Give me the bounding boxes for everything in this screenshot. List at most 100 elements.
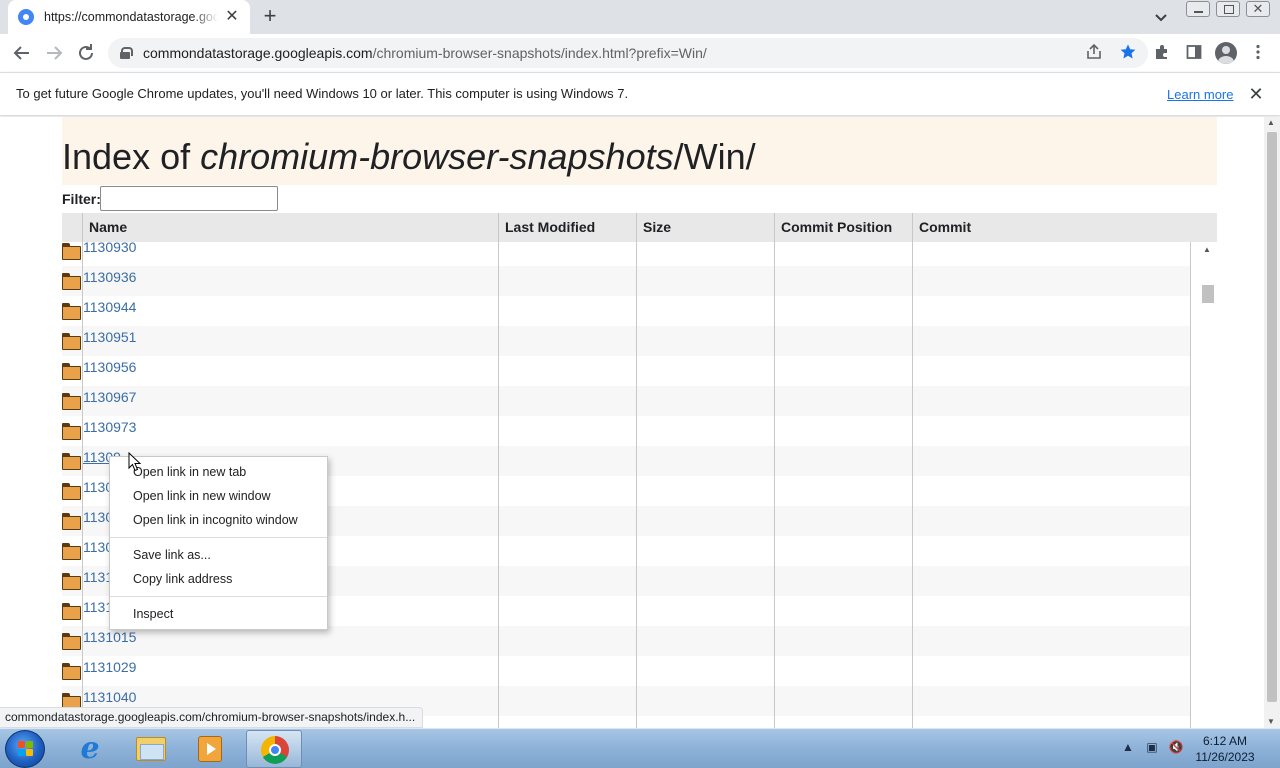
column-header-name[interactable]: Name: [82, 213, 127, 242]
system-tray: ▲ ▣ 🔇: [1120, 739, 1184, 755]
menu-item-open-new-tab[interactable]: Open link in new tab: [110, 460, 327, 484]
menu-item-save-link-as[interactable]: Save link as...: [110, 543, 327, 567]
menu-item-open-incognito[interactable]: Open link in incognito window: [110, 508, 327, 532]
title-bucket: chromium-browser-snapshots: [200, 136, 674, 177]
folder-icon: [62, 363, 81, 380]
title-suffix: /Win/: [673, 136, 756, 177]
update-infobar: To get future Google Chrome updates, you…: [0, 72, 1280, 116]
folder-icon: [62, 483, 81, 500]
folder-link[interactable]: 1131040: [83, 689, 136, 705]
network-icon[interactable]: ▣: [1144, 739, 1160, 755]
address-bar[interactable]: commondatastorage.googleapis.com/chromiu…: [108, 38, 1148, 68]
folder-icon: [62, 273, 81, 290]
taskbar-windows-explorer[interactable]: [122, 730, 178, 768]
folder-icon: [62, 573, 81, 590]
tab-strip: https://commondatastorage.googleapis.com…: [0, 0, 1280, 34]
folder-icon: [62, 243, 81, 260]
internet-explorer-icon: e: [80, 731, 100, 766]
folder-link[interactable]: 1130973: [83, 419, 136, 435]
folder-link[interactable]: 1130951: [83, 329, 136, 345]
folder-link[interactable]: 1131015: [83, 629, 136, 645]
filter-input[interactable]: [100, 186, 278, 211]
list-scrollbar-thumb[interactable]: [1202, 285, 1214, 303]
page-title: Index of chromium-browser-snapshots/Win/: [62, 136, 756, 178]
taskbar-media-player[interactable]: [182, 730, 238, 768]
maximize-button[interactable]: [1216, 1, 1240, 17]
folder-icon: [62, 333, 81, 350]
table-header: Name Last Modified Size Commit Position …: [62, 213, 1217, 242]
menu-item-inspect[interactable]: Inspect: [110, 602, 327, 626]
minimize-button[interactable]: [1186, 1, 1210, 17]
windows-taskbar: e ▲ ▣ 🔇 6:12 AM 11/26/2023: [0, 728, 1280, 768]
page-scrollbar-thumb[interactable]: [1267, 132, 1277, 702]
folder-link[interactable]: 1130936: [83, 269, 136, 285]
folder-icon: [62, 453, 81, 470]
page-scroll-up-icon[interactable]: ▲: [1267, 118, 1275, 127]
profile-avatar[interactable]: [1215, 42, 1237, 64]
folder-link[interactable]: 1130930: [83, 242, 136, 255]
list-scroll-up-icon[interactable]: ▲: [1203, 245, 1211, 254]
folder-icon: [62, 603, 81, 620]
show-hidden-icons-icon[interactable]: ▲: [1120, 739, 1136, 755]
windows-logo-icon: [18, 741, 34, 757]
taskbar-google-chrome[interactable]: [246, 730, 302, 768]
tab-search-icon[interactable]: [1150, 6, 1172, 28]
share-icon[interactable]: [1084, 43, 1104, 63]
tab-close-icon[interactable]: ✕: [224, 9, 240, 25]
folder-icon: [62, 663, 81, 680]
forward-icon[interactable]: [42, 41, 66, 65]
clock-time: 6:12 AM: [1202, 734, 1248, 748]
extensions-icon[interactable]: [1152, 43, 1172, 63]
back-icon[interactable]: [10, 41, 34, 65]
tab-title: https://commondatastorage.googleapis.com…: [44, 10, 218, 24]
folder-link[interactable]: 1131029: [83, 659, 136, 675]
column-divider: [912, 213, 913, 728]
link-status-bubble: commondatastorage.googleapis.com/chromiu…: [0, 707, 424, 728]
reload-icon[interactable]: [74, 41, 98, 65]
table-row: 1130967: [62, 386, 1190, 416]
start-button[interactable]: [5, 730, 45, 768]
menu-item-open-new-window[interactable]: Open link in new window: [110, 484, 327, 508]
table-row: 1130930: [62, 242, 1190, 266]
infobar-close-icon[interactable]: ✕: [1247, 84, 1265, 105]
column-divider: [636, 213, 637, 728]
folder-link[interactable]: 1130956: [83, 359, 136, 375]
side-panel-icon[interactable]: [1184, 43, 1204, 63]
folder-link[interactable]: 1130944: [83, 299, 136, 315]
folder-icon: [62, 393, 81, 410]
window-controls: ✕: [1186, 1, 1270, 17]
page-scroll-down-icon[interactable]: ▼: [1267, 717, 1275, 726]
list-scrollbar[interactable]: [1190, 242, 1217, 728]
column-header-last-modified[interactable]: Last Modified: [498, 213, 595, 242]
browser-tab[interactable]: https://commondatastorage.googleapis.com…: [8, 0, 250, 34]
table-row: 1130944: [62, 296, 1190, 326]
new-tab-button[interactable]: +: [258, 5, 282, 29]
folder-explorer-icon: [136, 737, 166, 761]
clock-date: 11/26/2023: [1195, 750, 1255, 764]
column-header-commit[interactable]: Commit: [912, 213, 971, 242]
table-row: 1130973: [62, 416, 1190, 446]
menu-icon[interactable]: [1248, 43, 1268, 63]
folder-icon: [62, 633, 81, 650]
volume-muted-icon[interactable]: 🔇: [1168, 739, 1184, 755]
window-close-button[interactable]: ✕: [1246, 1, 1270, 17]
lock-icon[interactable]: [120, 47, 133, 59]
menu-separator: [110, 596, 327, 597]
taskbar-clock[interactable]: 6:12 AM 11/26/2023: [1192, 733, 1258, 765]
table-row: 1131015: [62, 626, 1190, 656]
taskbar-internet-explorer[interactable]: e: [62, 730, 118, 768]
learn-more-link[interactable]: Learn more: [1167, 87, 1233, 102]
table-row: 1130951: [62, 326, 1190, 356]
column-header-size[interactable]: Size: [636, 213, 671, 242]
bookmark-star-icon[interactable]: [1118, 43, 1138, 63]
url-text: commondatastorage.googleapis.com/chromiu…: [143, 45, 707, 61]
table-row: 1131029: [62, 656, 1190, 686]
context-menu: Open link in new tab Open link in new wi…: [109, 456, 328, 630]
menu-item-copy-link-address[interactable]: Copy link address: [110, 567, 327, 591]
folder-link[interactable]: 1130967: [83, 389, 136, 405]
column-header-commit-position[interactable]: Commit Position: [774, 213, 892, 242]
url-path: /chromium-browser-snapshots/index.html?p…: [372, 45, 707, 61]
page-content: Index of chromium-browser-snapshots/Win/…: [0, 117, 1280, 728]
media-player-icon: [198, 736, 222, 762]
browser-toolbar: commondatastorage.googleapis.com/chromiu…: [0, 34, 1280, 72]
